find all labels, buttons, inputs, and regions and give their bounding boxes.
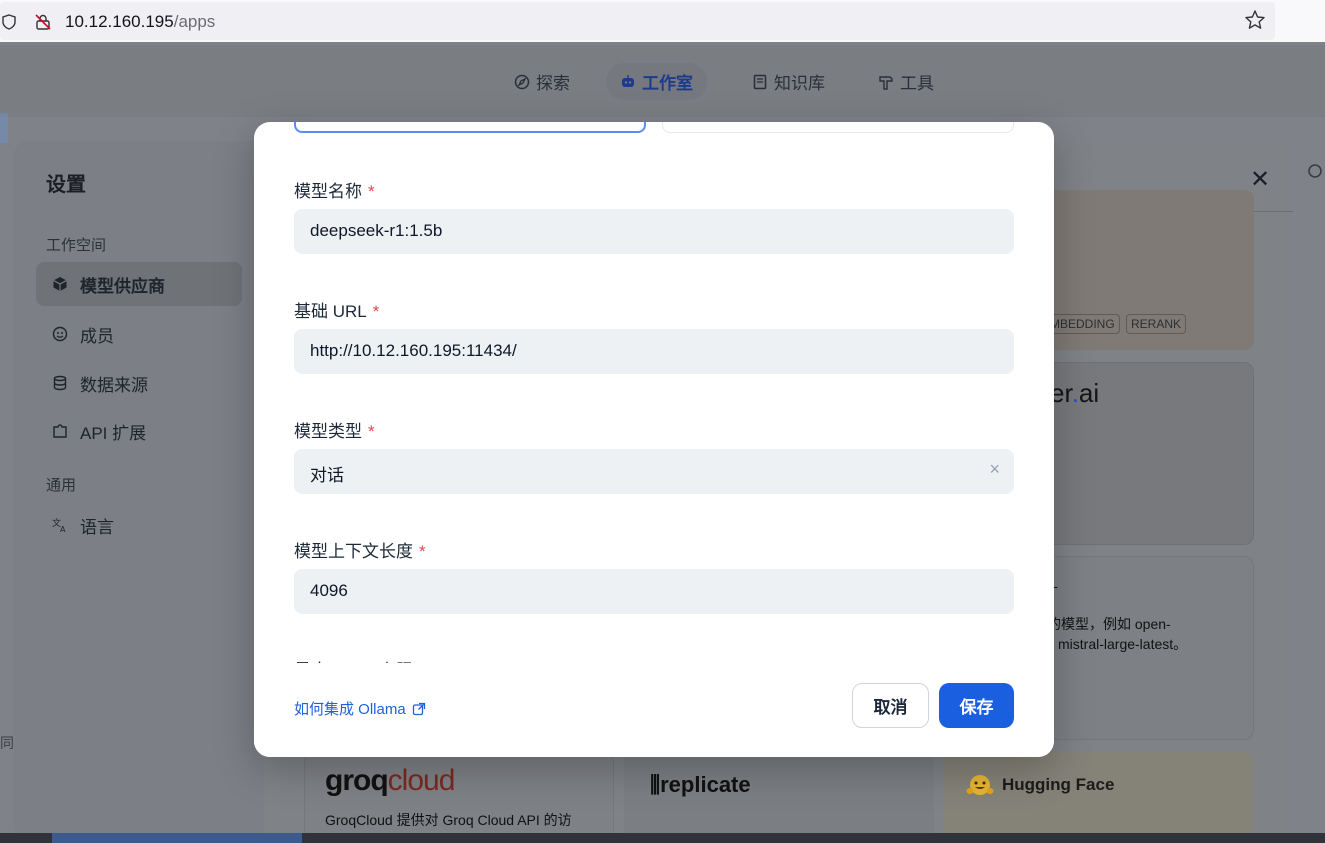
- sidebar-item-label: 成员: [80, 326, 114, 346]
- compass-icon: [514, 74, 530, 89]
- sidebar-item-label: 模型供应商: [80, 276, 165, 296]
- settings-close-icon[interactable]: ✕: [1250, 165, 1270, 194]
- huggingface-logo: Hugging Face: [966, 773, 1114, 797]
- translate-icon: 文A: [52, 517, 66, 533]
- help-link-ollama[interactable]: 如何集成 Ollama: [294, 698, 426, 719]
- puzzle-icon: [53, 424, 67, 438]
- url-text[interactable]: 10.12.160.195/apps: [65, 12, 215, 32]
- workspace-chip[interactable]: [0, 113, 8, 143]
- sidebar-item-api-extension[interactable]: API 扩展: [36, 409, 242, 453]
- nav-knowledge-label: 知识库: [774, 74, 825, 93]
- sidebar-item-members[interactable]: 成员: [36, 312, 242, 356]
- groqcloud-logo: groqcloud: [325, 764, 455, 797]
- sidebar-item-label: 语言: [80, 517, 114, 537]
- settings-title: 设置: [46, 174, 86, 196]
- save-button[interactable]: 保存: [939, 683, 1014, 728]
- book-icon: [753, 74, 767, 89]
- database-icon: [53, 375, 67, 391]
- sidebar-item-label: 数据来源: [80, 375, 148, 395]
- model-name-input[interactable]: deepseek-r1:1.5b: [294, 209, 1014, 254]
- tag-rerank: RERANK: [1126, 314, 1187, 334]
- field-label-context-length: 模型上下文长度 *: [294, 542, 426, 561]
- sidebar-item-label: API 扩展: [80, 423, 147, 443]
- sidebar-item-data-source[interactable]: 数据来源: [36, 361, 242, 405]
- replicate-logo: ⫼replicate: [650, 772, 751, 798]
- nav-explore[interactable]: 探索: [514, 69, 570, 94]
- required-mark: *: [372, 302, 380, 321]
- cube-icon: [53, 277, 67, 291]
- nav-tools-label: 工具: [900, 74, 934, 93]
- model-type-select[interactable]: 对话 ×: [294, 449, 1014, 494]
- nav-studio[interactable]: 工作室: [606, 63, 707, 100]
- nav-explore-label: 探索: [536, 74, 570, 93]
- scrolled-field-left[interactable]: [294, 122, 646, 133]
- required-mark: *: [419, 542, 426, 561]
- groq-description: GroqCloud 提供对 Groq Cloud API 的访: [325, 812, 572, 828]
- field-label-base-url: 基础 URL *: [294, 302, 380, 321]
- nav-knowledge[interactable]: 知识库: [752, 69, 825, 94]
- sidebar-item-model-provider[interactable]: 模型供应商: [36, 262, 242, 306]
- external-link-icon: [412, 702, 425, 715]
- robot-icon: [622, 74, 634, 87]
- left-text-fragment: 同: [0, 735, 14, 751]
- nav-tools[interactable]: 工具: [878, 69, 934, 94]
- search-icon[interactable]: [1306, 162, 1325, 182]
- address-bar[interactable]: 10.12.160.195/apps: [0, 2, 1275, 40]
- url-host: 10.12.160.195: [65, 12, 174, 31]
- hugging-face-icon: [966, 775, 994, 795]
- nav-studio-label: 工作室: [642, 74, 693, 93]
- add-model-modal: 模型名称 * deepseek-r1:1.5b 基础 URL * http://10…: [254, 122, 1054, 757]
- cancel-button[interactable]: 取消: [852, 683, 929, 728]
- base-url-input[interactable]: http://10.12.160.195:11434/: [294, 329, 1014, 374]
- clear-icon[interactable]: ×: [989, 459, 1000, 480]
- group-general-label: 通用: [46, 477, 77, 494]
- url-path: /apps: [173, 12, 216, 31]
- cohere-logo: er.ai: [1050, 378, 1100, 408]
- mistral-desc-line2: mistral-large-latest。: [1058, 636, 1188, 652]
- hammer-icon: [879, 75, 893, 90]
- field-label-model-name: 模型名称 *: [294, 182, 375, 201]
- shield-icon[interactable]: [2, 14, 16, 30]
- field-label-model-type: 模型类型 *: [294, 422, 375, 441]
- svg-text:A: A: [60, 525, 66, 533]
- insecure-lock-icon[interactable]: [34, 13, 52, 31]
- members-icon: [52, 326, 68, 342]
- tag-embedding: MBEDDING: [1045, 314, 1120, 334]
- app-header: 探索 工作室 知识库 工具: [0, 45, 1325, 143]
- sidebar-item-language[interactable]: 文A 语言: [36, 503, 242, 547]
- browser-toolbar: 10.12.160.195/apps: [0, 0, 1325, 42]
- model-type-value: 对话: [310, 466, 344, 485]
- scrolled-field-right[interactable]: [662, 122, 1014, 133]
- group-workspace-label: 工作空间: [46, 237, 107, 254]
- required-mark: *: [368, 422, 375, 441]
- taskbar-active-window[interactable]: [52, 833, 302, 843]
- bookmark-star-icon[interactable]: [1244, 9, 1266, 31]
- context-length-input[interactable]: 4096: [294, 569, 1014, 614]
- taskbar: [0, 833, 1325, 843]
- required-mark: *: [368, 182, 375, 201]
- provider-card-huggingface[interactable]: [944, 752, 1254, 843]
